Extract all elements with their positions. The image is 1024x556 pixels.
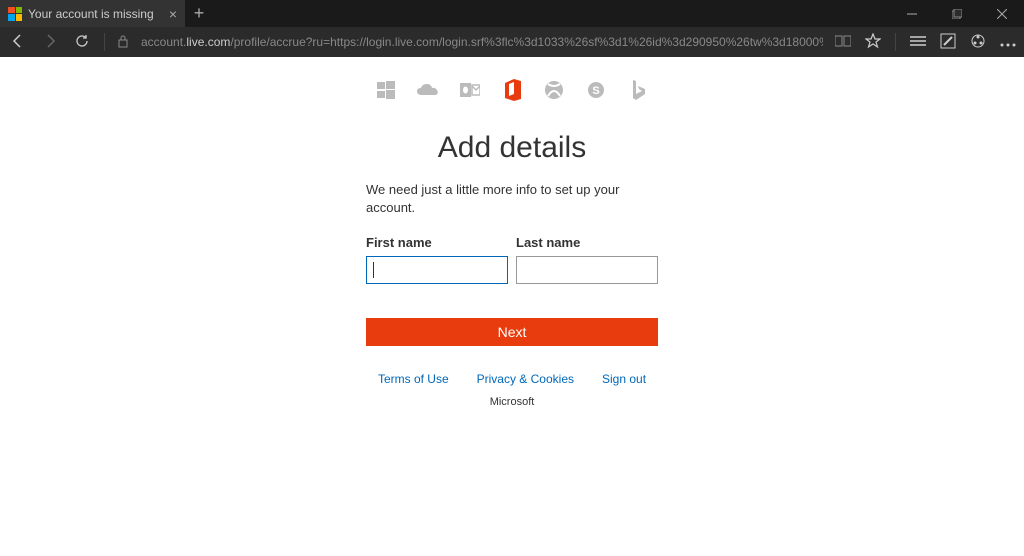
notes-icon[interactable] xyxy=(940,33,956,52)
address-bar[interactable]: account.live.com/profile/accrue?ru=https… xyxy=(141,35,823,49)
brand-label: Microsoft xyxy=(366,396,658,408)
hub-icon[interactable] xyxy=(910,34,926,50)
url-prefix: account. xyxy=(141,35,186,49)
nav-bar: account.live.com/profile/accrue?ru=https… xyxy=(0,27,1024,57)
refresh-button[interactable] xyxy=(72,33,92,52)
svg-text:S: S xyxy=(592,85,599,97)
last-name-label: Last name xyxy=(516,235,658,250)
text-caret xyxy=(373,262,374,278)
reading-view-icon[interactable] xyxy=(835,34,851,51)
first-name-group: First name xyxy=(366,235,508,284)
tab-bar: Your account is missing × + xyxy=(0,0,1024,27)
maximize-button[interactable] xyxy=(934,0,979,27)
page-subtitle: We need just a little more info to set u… xyxy=(366,181,658,217)
next-button[interactable]: Next xyxy=(366,318,658,346)
close-window-button[interactable] xyxy=(979,0,1024,27)
windows-icon[interactable] xyxy=(375,79,397,101)
microsoft-favicon-icon xyxy=(8,7,22,21)
back-button[interactable] xyxy=(8,33,28,52)
onedrive-icon[interactable] xyxy=(417,79,439,101)
name-fields-row: First name Last name xyxy=(366,235,658,284)
divider xyxy=(895,33,896,51)
first-name-input[interactable] xyxy=(366,256,508,284)
form-container: Add details We need just a little more i… xyxy=(366,131,658,408)
toolbar-right xyxy=(835,33,1016,52)
lock-icon[interactable] xyxy=(117,34,129,51)
divider xyxy=(104,33,105,51)
office-icon[interactable] xyxy=(501,79,523,101)
tab-title: Your account is missing xyxy=(28,7,163,21)
page-title: Add details xyxy=(366,131,658,165)
first-name-label: First name xyxy=(366,235,508,250)
more-icon[interactable] xyxy=(1000,34,1016,50)
browser-tab[interactable]: Your account is missing × xyxy=(0,0,185,27)
outlook-icon[interactable] xyxy=(459,79,481,101)
page-content: S Add details We need just a little more… xyxy=(0,57,1024,556)
minimize-button[interactable] xyxy=(889,0,934,27)
close-tab-icon[interactable]: × xyxy=(169,6,177,22)
favorite-star-icon[interactable] xyxy=(865,33,881,52)
url-path: /profile/accrue?ru=https://login.live.co… xyxy=(230,35,823,49)
bing-icon[interactable] xyxy=(627,79,649,101)
forward-button[interactable] xyxy=(40,33,60,52)
new-tab-button[interactable]: + xyxy=(185,0,213,27)
footer-links: Terms of Use Privacy & Cookies Sign out xyxy=(366,372,658,386)
xbox-icon[interactable] xyxy=(543,79,565,101)
share-icon[interactable] xyxy=(970,33,986,52)
skype-icon[interactable]: S xyxy=(585,79,607,101)
privacy-link[interactable]: Privacy & Cookies xyxy=(477,372,574,386)
window-controls xyxy=(889,0,1024,27)
signout-link[interactable]: Sign out xyxy=(602,372,646,386)
url-host: live.com xyxy=(186,35,230,49)
last-name-group: Last name xyxy=(516,235,658,284)
terms-link[interactable]: Terms of Use xyxy=(378,372,449,386)
browser-chrome: Your account is missing × + xyxy=(0,0,1024,57)
last-name-input[interactable] xyxy=(516,256,658,284)
service-icons-row: S xyxy=(0,79,1024,101)
